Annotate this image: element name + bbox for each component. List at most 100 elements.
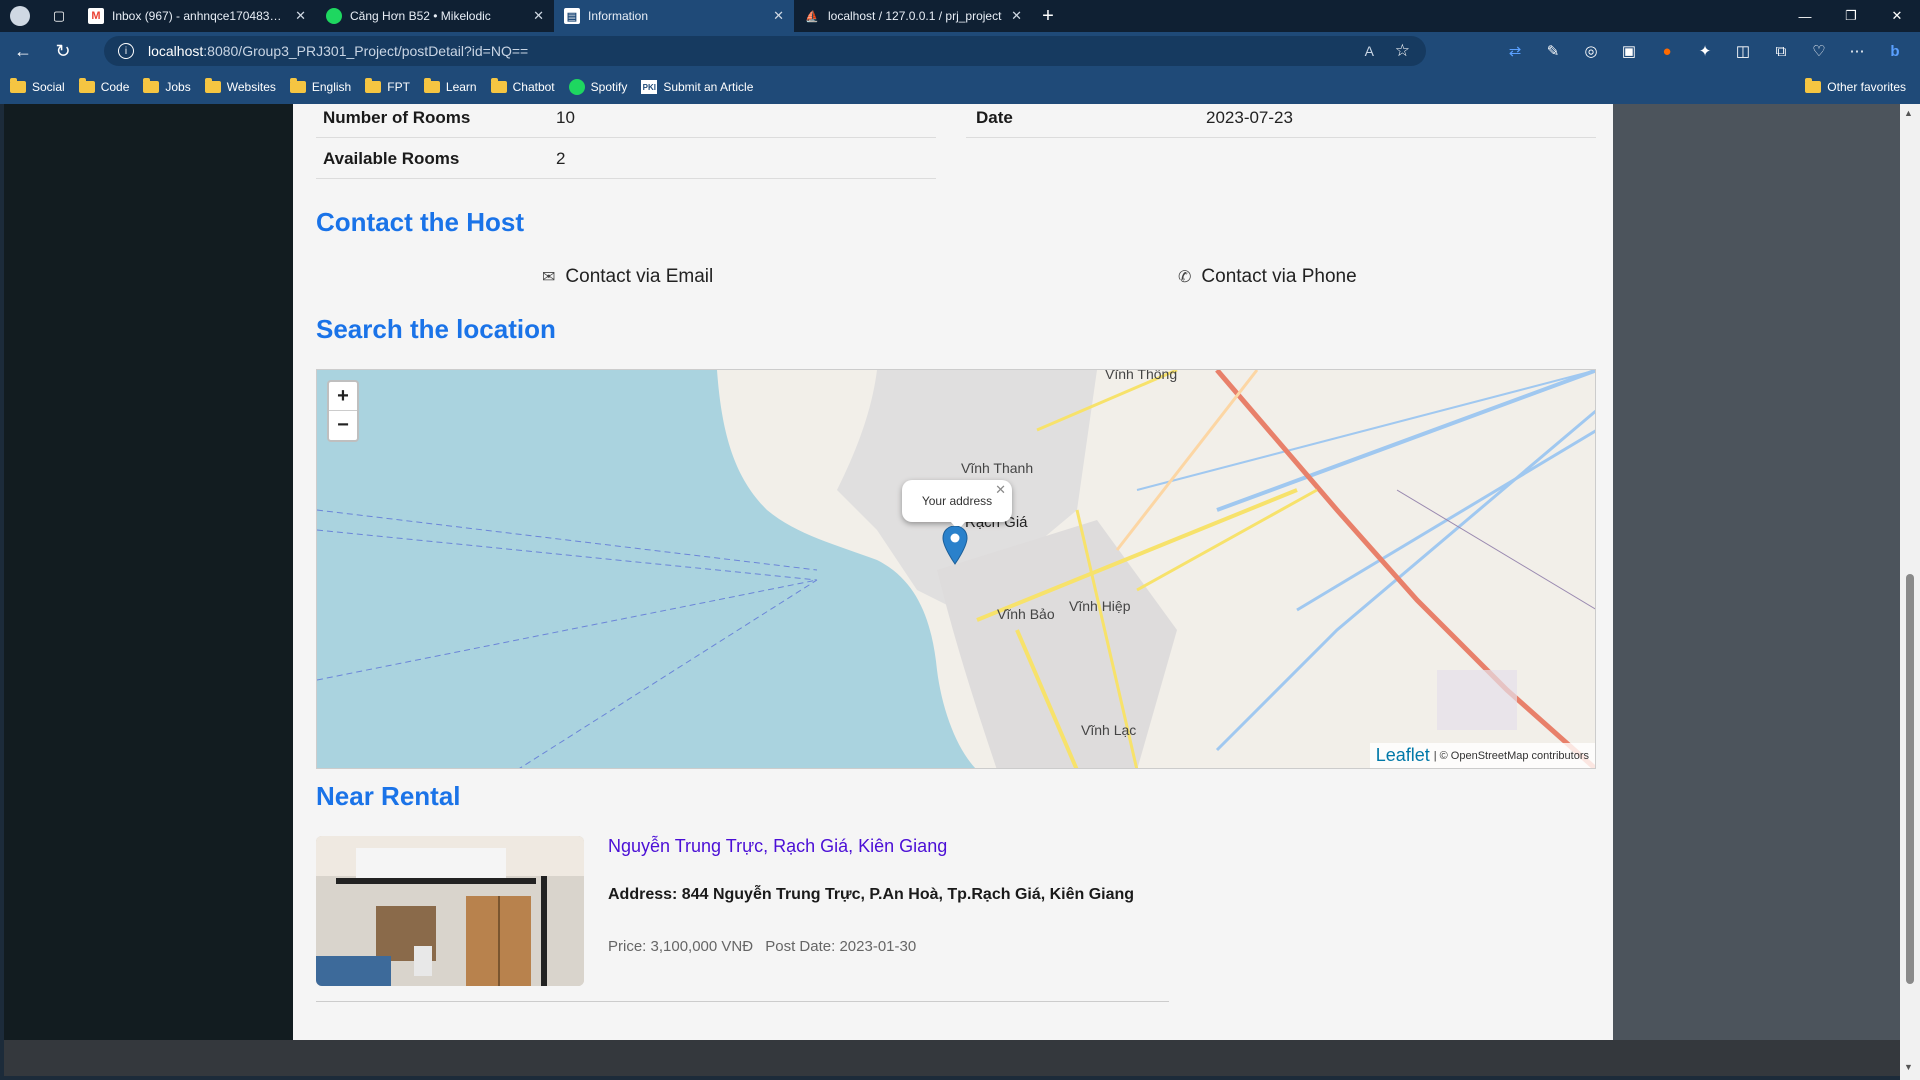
adblock-icon[interactable]: ▣ [1610, 36, 1648, 66]
extension-icon[interactable]: ✎ [1534, 36, 1572, 66]
tab-information[interactable]: ▤ Information ✕ [554, 0, 794, 32]
detail-label: Number of Rooms [323, 107, 471, 127]
contact-email-link[interactable]: ✉ Contact via Email [542, 266, 713, 288]
back-icon[interactable]: ← [6, 36, 40, 66]
popup-close-icon[interactable]: ✕ [995, 482, 1006, 498]
bookmark-spotify[interactable]: Spotify [568, 79, 627, 95]
main-content: Number of Rooms 10 Available Rooms 2 Dat… [293, 104, 1613, 1040]
rental-title-link[interactable]: Nguyễn Trung Trực, Rạch Giá, Kiên Giang [608, 836, 947, 857]
detail-row-available: Available Rooms 2 [316, 139, 936, 179]
tab-title: Căng Hơn B52 • Mikelodic [350, 9, 491, 23]
bookmark-fpt[interactable]: FPT [365, 78, 410, 94]
scrollbar-thumb[interactable] [1906, 574, 1914, 984]
zoom-in-button[interactable]: + [329, 382, 357, 411]
bookmark-code[interactable]: Code [78, 78, 129, 94]
folder-icon [78, 78, 95, 93]
bookmark-websites[interactable]: Websites [204, 78, 276, 94]
tab-gmail[interactable]: M Inbox (967) - anhnqce170483@fpt.edu.vn… [78, 0, 316, 32]
osm-attribution: | © OpenStreetMap contributors [1433, 749, 1589, 762]
page-scrollbar[interactable]: ▲ ▼ [1900, 104, 1920, 1080]
bookmark-submit-article[interactable]: PKI Submit an Article [641, 80, 753, 94]
detail-value: 2023-07-23 [1206, 107, 1293, 127]
browser-essentials-icon[interactable]: ♡ [1800, 36, 1838, 66]
leaflet-link[interactable]: Leaflet [1376, 745, 1430, 766]
spotify-icon [326, 8, 342, 24]
bookmark-chatbot[interactable]: Chatbot [490, 78, 555, 94]
contact-email-label: Contact via Email [565, 266, 714, 287]
detail-row-date: Date 2023-07-23 [966, 104, 1596, 138]
tab-title: localhost / 127.0.0.1 / prj_project [828, 9, 1002, 23]
scroll-up-icon[interactable]: ▲ [1904, 108, 1913, 118]
new-tab-button[interactable]: + [1032, 0, 1064, 32]
map-attribution: Leaflet | © OpenStreetMap contributors [1369, 743, 1595, 768]
folder-icon [143, 78, 160, 93]
favorite-star-icon[interactable]: ☆ [1395, 41, 1410, 61]
detail-value: 10 [556, 107, 575, 127]
bookmark-english[interactable]: English [289, 78, 351, 94]
map-label-vinh-bao: Vĩnh Bảo [997, 606, 1055, 622]
window-controls: — ❐ ✕ [1782, 0, 1920, 32]
bookmark-social[interactable]: Social [10, 78, 65, 94]
map-label-vinh-hiep: Vĩnh Hiệp [1069, 598, 1131, 614]
map[interactable]: + − Rạch Giá Vĩnh Thanh Vĩnh Bảo Vĩnh Hi… [316, 369, 1596, 769]
restore-icon[interactable]: ❐ [1828, 0, 1874, 32]
scroll-down-icon[interactable]: ▼ [1904, 1062, 1913, 1072]
close-icon[interactable]: ✕ [533, 8, 544, 24]
bookmark-learn[interactable]: Learn [423, 78, 477, 94]
right-margin [1613, 104, 1900, 1040]
address-toolbar: ← ↻ i localhost :8080/Group3_PRJ301_Proj… [0, 32, 1920, 70]
tab-phpmyadmin[interactable]: ⛵ localhost / 127.0.0.1 / prj_project ✕ [794, 0, 1032, 32]
tab-title: Information [588, 9, 649, 23]
folder-icon [423, 78, 440, 93]
detail-label: Available Rooms [323, 148, 460, 168]
map-tiles [317, 370, 1595, 768]
minimize-icon[interactable]: — [1782, 0, 1828, 32]
favorites-bar: Social Code Jobs Websites English FPT Le… [0, 70, 1920, 104]
coccoc-icon[interactable]: ● [1648, 36, 1686, 66]
tab-spotify[interactable]: Căng Hơn B52 • Mikelodic ✕ [316, 0, 554, 32]
url-host: localhost [148, 43, 204, 59]
close-window-icon[interactable]: ✕ [1874, 0, 1920, 32]
near-rental-heading: Near Rental [316, 781, 461, 811]
refresh-icon[interactable]: ↻ [46, 36, 80, 66]
close-icon[interactable]: ✕ [773, 8, 784, 24]
map-label-vinh-lac: Vĩnh Lạc [1081, 722, 1137, 738]
split-screen-icon[interactable]: ◫ [1724, 36, 1762, 66]
envelope-icon: ✉ [542, 269, 556, 286]
copilot-icon[interactable]: b [1876, 36, 1914, 66]
map-marker-icon[interactable] [942, 526, 968, 566]
translate-icon[interactable]: ⇄ [1496, 36, 1534, 66]
folder-icon [1805, 78, 1822, 93]
compass-icon[interactable]: ◎ [1572, 36, 1610, 66]
phpmyadmin-icon: ⛵ [805, 10, 819, 23]
read-aloud-icon[interactable]: A [1365, 43, 1374, 59]
page-footer [4, 1040, 1900, 1076]
contact-heading: Contact the Host [316, 207, 524, 237]
bookmark-jobs[interactable]: Jobs [143, 78, 191, 94]
close-icon[interactable]: ✕ [1011, 8, 1022, 24]
puzzle-icon[interactable]: ✦ [1686, 36, 1724, 66]
close-icon[interactable]: ✕ [295, 8, 306, 24]
collections-icon[interactable]: ⧉ [1762, 36, 1800, 66]
tab-actions-icon[interactable]: ▢ [40, 0, 78, 32]
url-field[interactable]: i localhost :8080/Group3_PRJ301_Project/… [104, 36, 1426, 66]
more-menu-icon[interactable]: ⋯ [1838, 36, 1876, 66]
zoom-out-button[interactable]: − [329, 411, 357, 440]
contact-phone-link[interactable]: ✆ Contact via Phone [1178, 266, 1357, 288]
url-path: :8080/Group3_PRJ301_Project/postDetail?i… [203, 43, 529, 59]
profile-icon[interactable] [0, 0, 40, 32]
detail-row-rooms: Number of Rooms 10 [316, 104, 936, 138]
gmail-icon: M [88, 8, 104, 24]
phone-icon: ✆ [1178, 269, 1192, 286]
rental-photo[interactable] [316, 836, 584, 986]
folder-icon [204, 78, 221, 93]
bookmark-other-favorites[interactable]: Other favorites [1805, 78, 1906, 94]
rental-meta: Price: 3,100,000 VNĐ Post Date: 2023-01-… [608, 938, 916, 955]
site-info-icon[interactable]: i [118, 43, 134, 59]
map-popup: Your address ✕ [902, 480, 1012, 530]
folder-icon [289, 78, 306, 93]
rental-card[interactable]: Nguyễn Trung Trực, Rạch Giá, Kiên Giang … [316, 836, 1169, 1002]
folder-icon [10, 78, 26, 93]
page-viewport: Number of Rooms 10 Available Rooms 2 Dat… [4, 104, 1900, 1076]
detail-value: 2 [556, 148, 566, 168]
